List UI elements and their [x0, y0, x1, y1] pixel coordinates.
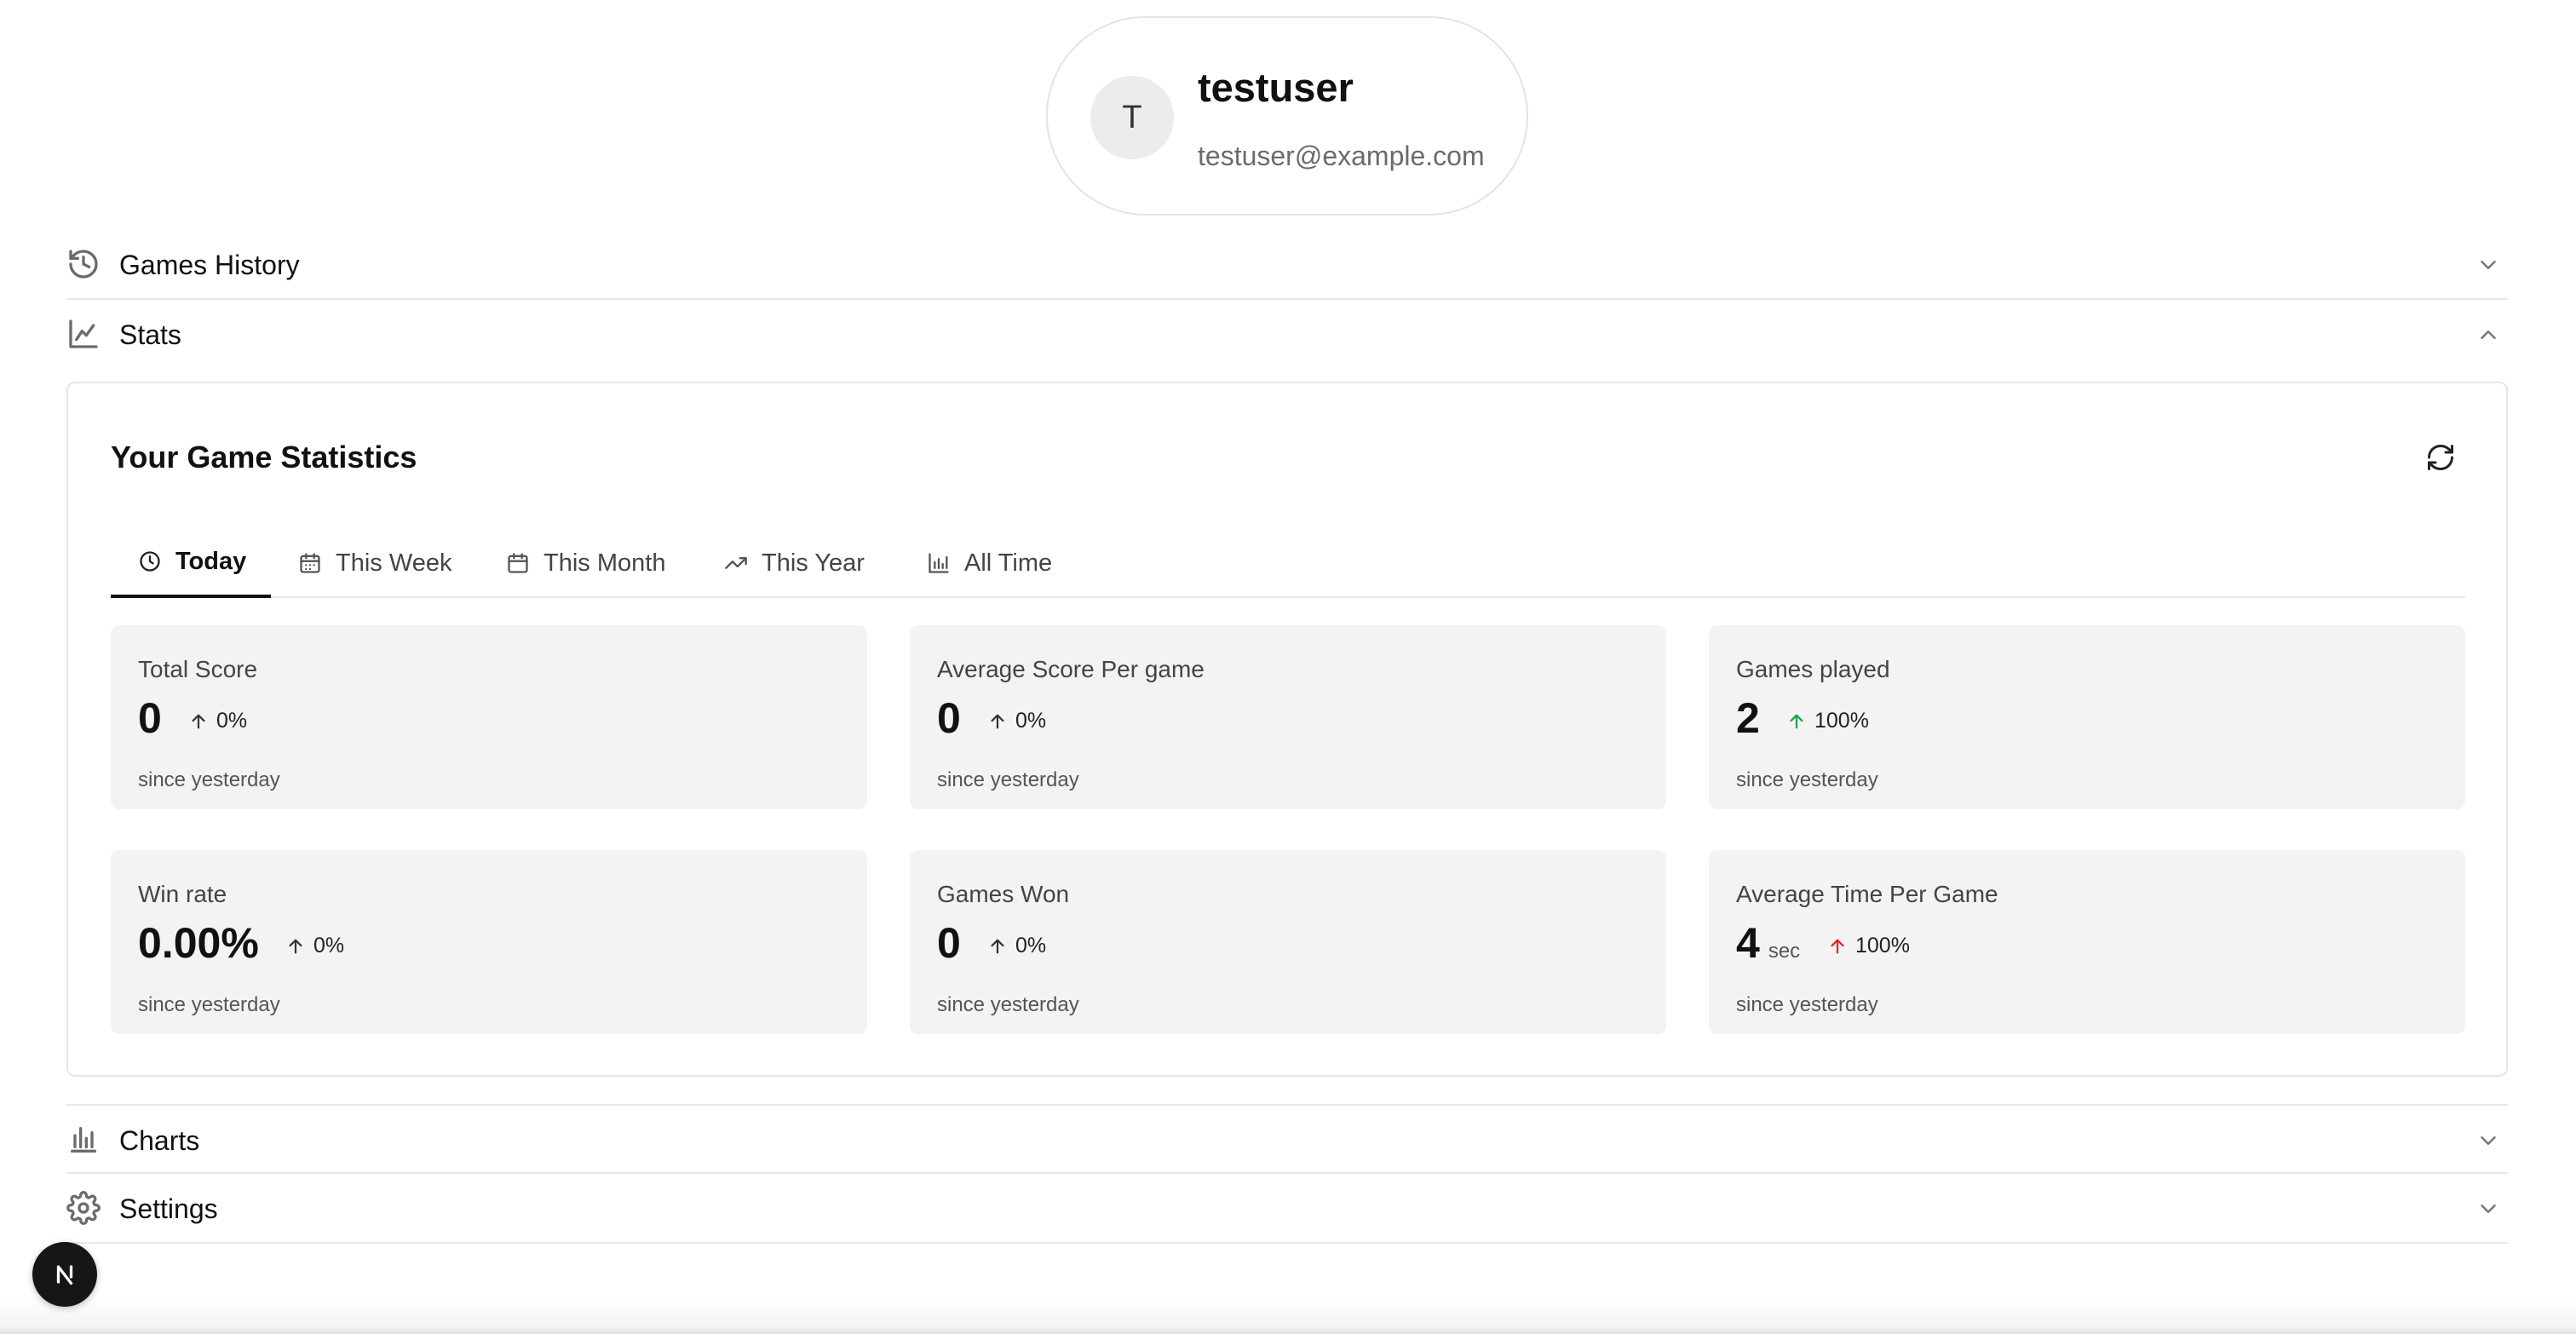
stat-card-total-score: Total Score 0 0% since yesterday [111, 625, 867, 809]
chevron-down-icon [2475, 1196, 2501, 1222]
bar-chart-icon [927, 551, 951, 575]
nextjs-logo-icon [49, 1259, 80, 1290]
arrow-up-icon [1787, 712, 1806, 731]
tab-label: This Year [762, 549, 865, 577]
line-chart-icon [66, 317, 101, 351]
tab-all-time[interactable]: All Time [900, 528, 1079, 598]
avatar: T [1090, 76, 1174, 159]
refresh-button[interactable] [2423, 440, 2458, 475]
stat-label: Total Score [138, 656, 258, 682]
section-stats-header[interactable]: Stats [66, 300, 2508, 370]
clock-icon [138, 549, 162, 573]
section-charts-header[interactable]: Charts [66, 1104, 2508, 1174]
stat-subtext: since yesterday [138, 768, 280, 791]
stat-label: Games played [1736, 656, 1890, 682]
stat-unit: sec [1768, 940, 1801, 963]
stat-subtext: since yesterday [138, 993, 280, 1016]
chevron-up-icon [2475, 322, 2501, 348]
stat-value: 0 [937, 694, 961, 742]
nextjs-dev-button[interactable] [32, 1242, 97, 1307]
tab-today[interactable]: Today [111, 528, 271, 598]
stat-label: Games Won [937, 881, 1070, 907]
stats-title: Your Game Statistics [111, 440, 417, 474]
stat-change: 0% [988, 934, 1046, 958]
tab-label: This Month [543, 549, 666, 577]
chevron-down-icon [2475, 252, 2501, 278]
calendar-icon [506, 551, 530, 575]
section-label: Stats [119, 319, 181, 350]
stat-value: 0 [937, 919, 961, 967]
tab-this-year[interactable]: This Year [697, 528, 892, 598]
stat-card-average-score: Average Score Per game 0 0% since yester… [910, 625, 1666, 809]
stat-value: 0 [138, 694, 162, 742]
history-icon [66, 247, 101, 281]
arrow-up-icon [1828, 937, 1847, 956]
stat-change: 0% [286, 934, 344, 958]
tab-label: This Week [336, 549, 452, 577]
stat-subtext: since yesterday [937, 993, 1079, 1016]
stat-subtext: since yesterday [1736, 993, 1878, 1016]
stat-value: 4 sec [1736, 919, 1801, 967]
stat-label: Average Time Per Game [1736, 881, 1998, 907]
period-tabs: Today This Week This Month This Year All… [111, 528, 2465, 598]
section-games-history-header[interactable]: Games History [66, 230, 2508, 300]
gear-icon [66, 1191, 101, 1225]
section-settings-header[interactable]: Settings [66, 1174, 2508, 1244]
tab-label: Today [175, 547, 247, 575]
stat-change: 0% [988, 709, 1046, 733]
arrow-up-icon [189, 712, 208, 731]
tab-this-week[interactable]: This Week [271, 528, 479, 598]
stat-change: 100% [1787, 709, 1869, 733]
stat-subtext: since yesterday [937, 768, 1079, 791]
trending-up-icon [724, 551, 748, 575]
profile-card: T testuser testuser@example.com [1046, 16, 1528, 216]
stat-change: 100% [1828, 934, 1910, 958]
arrow-up-icon [286, 937, 305, 956]
stat-card-games-won: Games Won 0 0% since yesterday [910, 850, 1666, 1034]
refresh-icon [2423, 442, 2458, 473]
username: testuser [1198, 65, 1354, 110]
bottom-edge [0, 1295, 2576, 1334]
stat-card-games-played: Games played 2 100% since yesterday [1709, 625, 2465, 809]
arrow-up-icon [988, 712, 1007, 731]
section-label: Charts [119, 1125, 200, 1156]
section-label: Settings [119, 1193, 218, 1224]
stat-change: 0% [189, 709, 247, 733]
stat-subtext: since yesterday [1736, 768, 1878, 791]
stat-card-average-time: Average Time Per Game 4 sec 100% since ye… [1709, 850, 2465, 1034]
chevron-down-icon [2475, 1128, 2501, 1153]
stat-value: 2 [1736, 694, 1760, 742]
stats-panel: Your Game Statistics Today This Week Thi… [66, 382, 2508, 1077]
stat-value: 0.00% [138, 919, 259, 967]
tab-this-month[interactable]: This Month [479, 528, 693, 598]
bar-chart-icon [66, 1123, 101, 1157]
stat-label: Average Score Per game [937, 656, 1205, 682]
user-email: testuser@example.com [1198, 141, 1485, 171]
stat-label: Win rate [138, 881, 227, 907]
tab-label: All Time [964, 549, 1053, 577]
stat-card-win-rate: Win rate 0.00% 0% since yesterday [111, 850, 867, 1034]
arrow-up-icon [988, 937, 1007, 956]
section-label: Games History [119, 250, 300, 280]
calendar-icon [298, 551, 322, 575]
